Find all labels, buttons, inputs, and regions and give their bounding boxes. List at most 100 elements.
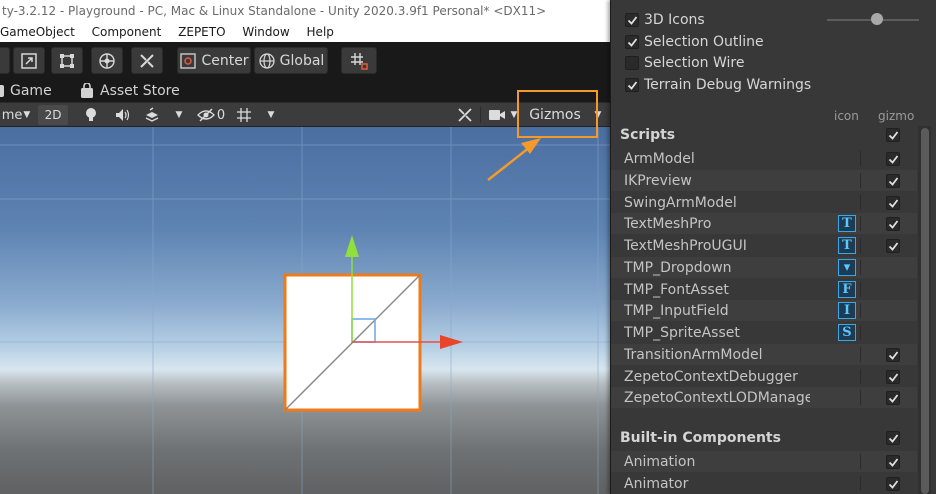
script-row-ikpreview[interactable]: IKPreview [611, 170, 917, 191]
scene-lighting-toggle[interactable] [80, 105, 102, 125]
transform-tool-button[interactable] [91, 47, 123, 74]
column-divider [860, 454, 861, 469]
mode-2d-label: 2D [44, 108, 62, 122]
builtin-row-animation[interactable]: Animation [611, 451, 917, 472]
gizmo-checkbox[interactable] [886, 391, 900, 405]
camera-settings-button[interactable] [486, 105, 508, 125]
column-divider [860, 151, 861, 166]
option-selection-wire[interactable]: Selection Wire [625, 53, 744, 73]
chevron-down-icon: ▼ [267, 110, 275, 120]
eye-slash-icon [196, 108, 215, 122]
pivot-center-label: Center [201, 52, 249, 69]
menu-help[interactable]: Help [307, 22, 334, 42]
checkmark-icon [888, 350, 898, 360]
column-divider [860, 238, 861, 253]
gizmo-checkbox[interactable] [886, 348, 900, 362]
column-divider [860, 325, 861, 340]
tab-asset-store[interactable]: Asset Store [80, 80, 180, 102]
scrollbar-thumb[interactable] [921, 128, 929, 494]
tab-game[interactable]: Game [0, 80, 52, 102]
gizmo-checkbox[interactable] [886, 217, 900, 231]
script-row-armmodel[interactable]: ArmModel [611, 148, 917, 169]
effects-layers-icon [145, 107, 159, 122]
gizmo-checkbox[interactable] [886, 196, 900, 210]
shading-mode-label: me [1, 107, 23, 123]
menu-gameobject[interactable]: GameObject [0, 22, 75, 42]
option-terrain-debug-warnings[interactable]: Terrain Debug Warnings [625, 75, 811, 95]
checkbox[interactable] [625, 78, 639, 92]
mode-2d-toggle[interactable]: 2D [38, 105, 68, 125]
scene-effects-toggle[interactable] [142, 105, 162, 125]
gizmo-checkbox[interactable] [886, 477, 900, 491]
script-name: IKPreview [624, 172, 692, 189]
component-tools-button[interactable] [454, 105, 476, 125]
script-name: TextMeshPro [624, 215, 712, 232]
menu-window[interactable]: Window [242, 22, 289, 42]
menu-zepeto[interactable]: ZEPETO [178, 22, 225, 42]
dropdown-icon[interactable]: ▾ [838, 259, 856, 276]
script-row-transitionarmmodel[interactable]: TransitionArmModel [611, 344, 917, 365]
custom-tool-button[interactable] [131, 47, 163, 74]
textmeshpro-icon[interactable]: T [838, 215, 856, 232]
tool-partial-button[interactable] [0, 47, 10, 74]
sprite-asset-icon[interactable]: S [838, 324, 856, 341]
gizmo-checkbox[interactable] [886, 370, 900, 384]
menu-component[interactable]: Component [92, 22, 162, 42]
checkmark-icon [888, 130, 898, 140]
y-axis-arrow-icon[interactable] [345, 235, 359, 257]
textmeshpro-icon[interactable]: T [838, 237, 856, 254]
script-row-tmp-fontasset[interactable]: TMP_FontAsset F [611, 279, 917, 300]
section-title: Scripts [620, 127, 676, 143]
grid-icon [237, 108, 251, 122]
checkbox[interactable] [625, 13, 639, 27]
pivot-global-button[interactable]: Global [254, 47, 328, 74]
tab-game-label: Game [10, 83, 52, 99]
gizmo-checkbox[interactable] [886, 239, 900, 253]
option-label: Terrain Debug Warnings [644, 77, 812, 93]
gizmo-checkbox[interactable] [886, 174, 900, 188]
pivot-global-label: Global [279, 52, 325, 69]
annotation-arrow [487, 146, 531, 181]
script-row-zepetocontextdebugger[interactable]: ZepetoContextDebugger [611, 366, 917, 387]
script-name: TransitionArmModel [624, 346, 763, 363]
column-divider [860, 369, 861, 384]
icon-column-label: icon [834, 109, 859, 123]
section-checkbox[interactable] [886, 128, 900, 142]
rect-tool-button[interactable] [51, 47, 83, 74]
rect-scale-tool-button[interactable] [13, 47, 45, 74]
input-field-icon[interactable]: I [838, 302, 856, 319]
script-row-textmeshprougui[interactable]: TextMeshProUGUI T [611, 235, 917, 256]
hidden-objects-toggle[interactable]: 0 [192, 105, 230, 125]
font-asset-icon[interactable]: F [838, 281, 856, 298]
script-row-tmp-dropdown[interactable]: TMP_Dropdown ▾ [611, 257, 917, 278]
checkbox[interactable] [625, 56, 639, 70]
grid-dropdown[interactable]: ▼ [262, 105, 280, 125]
script-row-tmp-inputfield[interactable]: TMP_InputField I [611, 300, 917, 321]
effects-dropdown[interactable]: ▼ [170, 105, 188, 125]
shading-mode-dropdown[interactable]: me ▼ [0, 105, 32, 125]
script-row-zepetocontextlodmanager[interactable]: ZepetoContextLODManager [611, 387, 917, 408]
pivot-icon [180, 52, 197, 69]
scene-audio-toggle[interactable] [112, 105, 134, 125]
script-name: TMP_SpriteAsset [624, 324, 740, 341]
speaker-icon [116, 109, 130, 121]
icon-size-slider-thumb[interactable] [871, 13, 883, 25]
builtin-row-animator[interactable]: Animator [611, 473, 917, 494]
column-divider [860, 390, 861, 405]
checkbox[interactable] [625, 35, 639, 49]
checkmark-icon [627, 37, 637, 47]
pivot-center-button[interactable]: Center [177, 47, 251, 74]
script-name: TMP_FontAsset [624, 281, 729, 298]
script-row-tmp-spriteasset[interactable]: TMP_SpriteAsset S [611, 322, 917, 343]
option-3d-icons[interactable]: 3D Icons [625, 10, 705, 30]
snap-settings-button[interactable] [341, 47, 377, 74]
toolbar-divider [480, 107, 481, 123]
gizmo-checkbox[interactable] [886, 455, 900, 469]
script-row-swingarmmodel[interactable]: SwingArmModel [611, 192, 917, 213]
gizmo-checkbox[interactable] [886, 152, 900, 166]
script-row-textmeshpro[interactable]: TextMeshPro T [611, 213, 917, 234]
option-selection-outline[interactable]: Selection Outline [625, 32, 764, 52]
checkmark-icon [888, 393, 898, 403]
section-checkbox[interactable] [886, 431, 900, 445]
grid-toggle[interactable] [232, 105, 256, 125]
